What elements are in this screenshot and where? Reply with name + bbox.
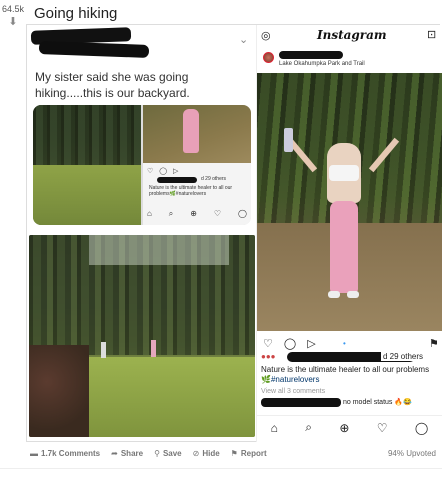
caption-hashtag: #naturelovers xyxy=(270,375,320,384)
redacted-handle xyxy=(38,41,150,58)
share-button[interactable]: ➦ Share xyxy=(111,449,143,458)
report-icon: ⚑ xyxy=(230,448,238,458)
likes-text: d 29 others xyxy=(381,352,424,361)
heart-icon: ♡ xyxy=(376,420,388,435)
save-label: Save xyxy=(162,448,182,458)
hide-icon: ⊘ xyxy=(192,448,200,458)
view-all-comments: View all 3 comments xyxy=(261,388,326,395)
post-action-bar: ▬ 1.7k Comments ➦ Share ⚲ Save ⊘ Hide ⚑ Repor… xyxy=(30,446,440,460)
add-post-icon: ⊕ xyxy=(339,420,350,435)
post-caption: Nature is the ultimate healer to all our… xyxy=(261,365,439,385)
white-top xyxy=(329,165,359,181)
mini-caption: Nature is the ultimate healer to all our… xyxy=(149,185,233,197)
thumbnail-figure xyxy=(183,109,199,153)
save-icon: ⚲ xyxy=(154,448,160,458)
instagram-nav-bar: ⌂ ⌕ ⊕ ♡ ◯ xyxy=(257,415,442,439)
comments-button[interactable]: ▬ 1.7k Comments xyxy=(30,449,100,458)
tree-line xyxy=(33,105,141,165)
caption-text: Nature is the ultimate healer to all our… xyxy=(261,365,430,374)
post-action-icons: ♡ ◯ ▷ xyxy=(263,338,320,350)
home-icon: ⌂ xyxy=(270,420,278,435)
left-shoe xyxy=(328,291,340,298)
vote-column: 64.5k ⬇ xyxy=(2,4,24,28)
right-shoe xyxy=(347,291,359,298)
tweet-image-grid: ♡ ◯ ▷ d 29 others Nature is the ultimate… xyxy=(33,105,251,225)
save-button[interactable]: ⚲ Save xyxy=(154,449,182,458)
reddit-post: 64.5k ⬇ Going hiking ⌄ My sister said sh… xyxy=(0,0,442,480)
mini-heart-icon: ♡ xyxy=(213,209,222,218)
camera-icon: ◎ xyxy=(261,30,271,42)
mini-action-icons: ♡ ◯ ▷ xyxy=(147,168,181,175)
sky xyxy=(89,235,229,265)
comment-icon: ▬ xyxy=(30,448,38,458)
redacted-username xyxy=(279,51,343,59)
post-title[interactable]: Going hiking xyxy=(34,5,117,22)
post-score: 64.5k xyxy=(2,4,25,14)
mini-home-icon: ⌂ xyxy=(147,209,152,218)
instagram-post: ◎ Instagram ⊡ Lake Okahumpka Park and Tr… xyxy=(256,25,442,442)
tweet-text: My sister said she was going hiking.....… xyxy=(35,70,190,100)
hide-button[interactable]: ⊘ Hide xyxy=(193,449,220,458)
instagram-header: ◎ Instagram ⊡ xyxy=(257,25,442,47)
comments-label: 1.7k Comments xyxy=(41,448,101,458)
mini-search-icon: ⌕ xyxy=(168,209,174,218)
profile-icon: ◯ xyxy=(414,420,429,435)
instagram-logo: Instagram xyxy=(317,28,387,42)
carousel-dots: • xyxy=(343,339,348,348)
person-sister xyxy=(151,340,156,357)
report-button[interactable]: ⚑ Report xyxy=(231,449,267,458)
hiking-photo xyxy=(257,73,442,331)
avatar xyxy=(263,52,274,63)
mini-nav-bar: ⌂ ⌕ ⊕ ♡ ◯ xyxy=(147,209,247,219)
pink-leggings xyxy=(330,201,358,293)
redacted-commenter xyxy=(261,398,341,407)
instagram-post-thumbnail: ♡ ◯ ▷ d 29 others Nature is the ultimate… xyxy=(143,105,251,225)
mini-profile-icon: ◯ xyxy=(238,209,247,218)
hide-label: Hide xyxy=(202,448,220,458)
bookmark-icon: ⚑ xyxy=(429,338,439,350)
share-label: Share xyxy=(120,448,144,458)
post-image[interactable]: ⌄ My sister said she was going hiking...… xyxy=(26,24,442,442)
redacted-likes xyxy=(157,177,197,183)
mini-add-icon: ⊕ xyxy=(190,209,197,218)
water-bottle xyxy=(284,128,293,152)
search-icon: ⌕ xyxy=(305,420,312,434)
bush xyxy=(29,345,89,437)
mini-likes-text: d 29 others xyxy=(201,176,227,182)
send-icon: ⊡ xyxy=(427,29,437,41)
caption-emoji: 🌿 xyxy=(261,375,271,384)
lawn xyxy=(33,165,141,225)
comment-text: no model status 🔥😂 xyxy=(343,399,412,406)
liker-avatars: ●●● xyxy=(261,352,276,361)
backyard-photo-large xyxy=(29,235,255,437)
person-photographer xyxy=(101,342,106,358)
chevron-down-icon: ⌄ xyxy=(239,34,249,46)
upvote-ratio: 94% Upvoted xyxy=(387,448,436,458)
backyard-photo-small xyxy=(33,105,141,225)
share-icon: ➦ xyxy=(111,448,118,458)
report-label: Report xyxy=(240,448,267,458)
post-location: Lake Okahumpka Park and Trail xyxy=(279,61,365,67)
divider xyxy=(0,468,442,469)
upvote-arrow-icon[interactable]: ⬇ xyxy=(2,15,24,28)
